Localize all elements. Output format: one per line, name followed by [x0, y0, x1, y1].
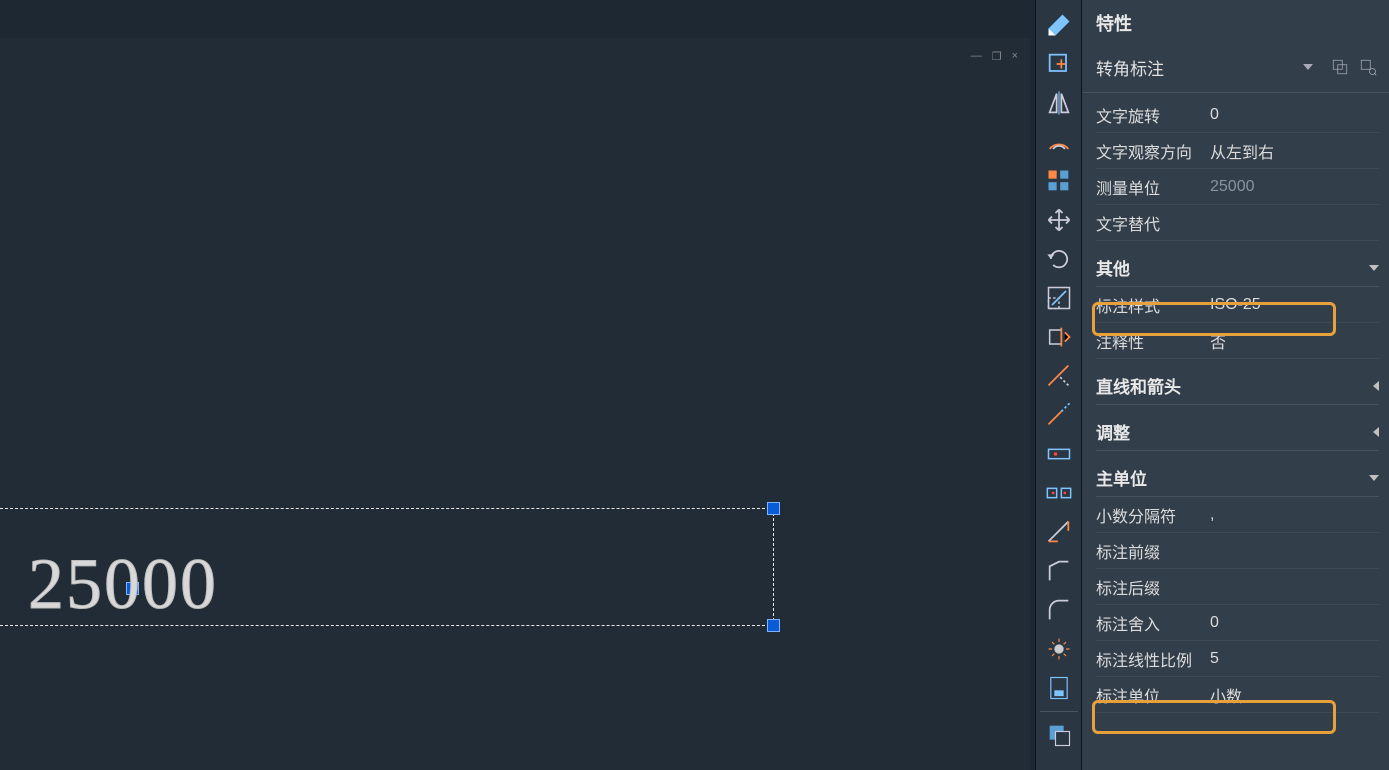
prop-row-text-rotation[interactable]: 文字旋转 0	[1096, 97, 1379, 133]
properties-body: 文字旋转 0 文字观察方向 从左到右 测量单位 25000 文字替代 其他 标注…	[1082, 93, 1389, 770]
section-lines-arrows[interactable]: 直线和箭头	[1096, 367, 1379, 405]
chevron-left-icon	[1373, 427, 1379, 437]
pickadd-icon[interactable]	[1357, 56, 1379, 78]
dimension-text[interactable]: 25000	[28, 543, 218, 626]
break-icon[interactable]	[1040, 474, 1078, 512]
section-primary-units[interactable]: 主单位	[1096, 459, 1379, 497]
quick-select-icon[interactable]	[1329, 56, 1351, 78]
minimize-icon[interactable]: —	[971, 50, 982, 63]
prop-row-text-direction[interactable]: 文字观察方向 从左到右	[1096, 133, 1379, 169]
prop-label: 标注单位	[1096, 683, 1204, 707]
dimension-extension-line[interactable]	[773, 508, 774, 626]
array-icon[interactable]	[1040, 162, 1078, 200]
chevron-left-icon	[1373, 381, 1379, 391]
prop-row-decimal-sep[interactable]: 小数分隔符 ,	[1096, 497, 1379, 533]
object-type-dropdown[interactable]: 转角标注	[1096, 52, 1323, 82]
prop-value[interactable]: ISO-25	[1204, 296, 1379, 314]
section-label: 调整	[1096, 419, 1130, 444]
offset-icon[interactable]	[1040, 123, 1078, 161]
section-label: 其他	[1096, 255, 1130, 280]
prop-label: 文字替代	[1096, 211, 1204, 235]
dimension-line-top[interactable]	[0, 508, 775, 509]
drawing-canvas[interactable]: — ❐ × 25000	[0, 38, 1030, 770]
fillet-icon[interactable]	[1040, 591, 1078, 629]
prop-value: 25000	[1204, 178, 1379, 196]
section-label: 直线和箭头	[1096, 373, 1181, 398]
prop-row-dim-units[interactable]: 标注单位 小数	[1096, 677, 1379, 713]
prop-label: 标注前缀	[1096, 539, 1204, 563]
extend-icon[interactable]	[1040, 396, 1078, 434]
prop-value[interactable]: 否	[1204, 329, 1379, 353]
stretch-icon[interactable]	[1040, 318, 1078, 356]
prop-value[interactable]: 0	[1204, 614, 1379, 632]
copy-plus-icon[interactable]	[1040, 45, 1078, 83]
prop-row-dim-scale-linear[interactable]: 标注线性比例 5	[1096, 641, 1379, 677]
prop-label: 文字观察方向	[1096, 139, 1204, 163]
dimension-grip[interactable]	[768, 503, 779, 514]
prop-value[interactable]: 5	[1204, 650, 1379, 668]
prop-label: 标注样式	[1096, 293, 1204, 317]
prop-row-dim-suffix[interactable]: 标注后缀	[1096, 569, 1379, 605]
prop-row-dim-round[interactable]: 标注舍入 0	[1096, 605, 1379, 641]
prop-value[interactable]: 从左到右	[1204, 139, 1379, 163]
prop-label: 注释性	[1096, 329, 1204, 353]
prop-value[interactable]: 0	[1204, 106, 1379, 124]
move-icon[interactable]	[1040, 201, 1078, 239]
modify-icon[interactable]	[1040, 669, 1078, 707]
chevron-down-icon	[1303, 64, 1313, 70]
close-icon[interactable]: ×	[1012, 50, 1018, 63]
section-label: 主单位	[1096, 465, 1147, 490]
chevron-down-icon	[1369, 265, 1379, 271]
prop-row-measure-unit[interactable]: 测量单位 25000	[1096, 169, 1379, 205]
trim-icon[interactable]	[1040, 357, 1078, 395]
prop-row-dim-style[interactable]: 标注样式 ISO-25	[1096, 287, 1379, 323]
prop-row-dim-prefix[interactable]: 标注前缀	[1096, 533, 1379, 569]
scale-icon[interactable]	[1040, 279, 1078, 317]
prop-label: 小数分隔符	[1096, 503, 1204, 527]
object-type-label: 转角标注	[1096, 55, 1164, 80]
break-at-point-icon[interactable]	[1040, 435, 1078, 473]
prop-label: 文字旋转	[1096, 103, 1204, 127]
prop-row-text-override[interactable]: 文字替代	[1096, 205, 1379, 241]
eraser-icon[interactable]	[1040, 6, 1078, 44]
prop-value[interactable]: ,	[1204, 506, 1379, 524]
vertical-toolbar	[1035, 0, 1082, 770]
restore-icon[interactable]: ❐	[992, 50, 1002, 63]
explode-icon[interactable]	[1040, 630, 1078, 668]
prop-label: 标注后缀	[1096, 575, 1204, 599]
chevron-down-icon	[1369, 475, 1379, 481]
object-type-selector-row: 转角标注	[1082, 46, 1389, 93]
dimension-grip[interactable]	[768, 620, 779, 631]
draworder-icon[interactable]	[1040, 716, 1078, 754]
prop-value[interactable]: 小数	[1204, 683, 1379, 707]
prop-label: 测量单位	[1096, 175, 1204, 199]
mirror-icon[interactable]	[1040, 84, 1078, 122]
join-icon[interactable]	[1040, 513, 1078, 551]
prop-label: 标注舍入	[1096, 611, 1204, 635]
toolbar-separator	[1040, 711, 1078, 712]
rotate-icon[interactable]	[1040, 240, 1078, 278]
properties-panel: 特性 转角标注 文字旋转 0 文字观察方向 从左到右 测量单位 25000 文字…	[1082, 0, 1389, 770]
panel-title: 特性	[1082, 0, 1389, 46]
section-other[interactable]: 其他	[1096, 249, 1379, 287]
section-fit[interactable]: 调整	[1096, 413, 1379, 451]
viewport-window-controls: — ❐ ×	[971, 50, 1018, 63]
chamfer-icon[interactable]	[1040, 552, 1078, 590]
prop-label: 标注线性比例	[1096, 647, 1204, 671]
prop-row-annotative[interactable]: 注释性 否	[1096, 323, 1379, 359]
